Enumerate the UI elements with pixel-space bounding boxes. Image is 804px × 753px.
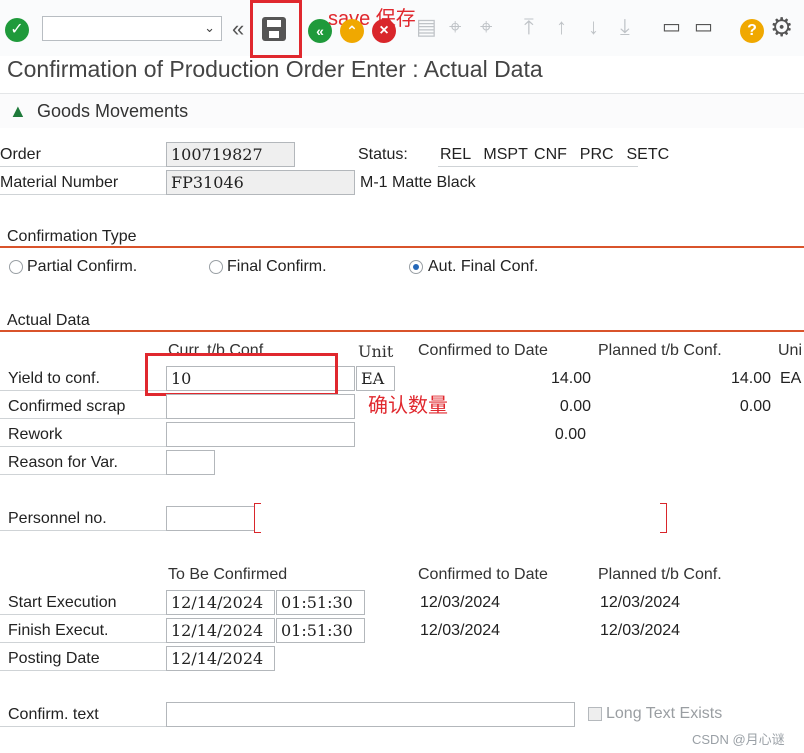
yield-highlight-box	[145, 353, 338, 396]
personnel-underline	[0, 530, 166, 531]
bracket-right	[660, 503, 667, 533]
scrap-underline	[0, 418, 166, 419]
finish-date-field[interactable]: 12/14/2024	[166, 618, 275, 643]
yield-unit-field[interactable]: EA	[356, 366, 395, 391]
reason-field[interactable]	[166, 450, 215, 475]
finish-execution-label: Finish Execut.	[8, 622, 109, 639]
rework-field[interactable]	[166, 422, 355, 447]
rework-label: Rework	[8, 426, 63, 443]
confirm-text-label: Confirm. text	[8, 706, 99, 723]
bracket-left	[254, 503, 261, 533]
status-underline	[438, 166, 638, 167]
goods-movements-button[interactable]: Goods Movements	[37, 101, 188, 122]
previous-page-icon[interactable]: ↑	[556, 14, 567, 40]
page-title: Confirmation of Production Order Enter :…	[7, 56, 543, 82]
column-header-unit: Unit	[358, 342, 394, 361]
start-confirmed-date: 12/03/2024	[420, 594, 501, 611]
goods-movements-icon[interactable]: ▲	[9, 101, 27, 122]
yield-planned-unit: EA	[780, 370, 802, 387]
confirm-text-field[interactable]	[166, 702, 575, 727]
actual-data-heading: Actual Data	[7, 312, 90, 329]
yield-confirmed-value: 14.00	[550, 370, 591, 387]
find-next-icon[interactable]: ⌖	[480, 14, 492, 40]
start-planned-date: 12/03/2024	[600, 594, 681, 611]
partial-confirm-radio[interactable]	[9, 260, 23, 274]
rework-underline	[0, 446, 166, 447]
back-icon[interactable]: «	[308, 19, 332, 43]
exit-icon[interactable]: ⌃	[340, 19, 364, 43]
finish-time-field[interactable]: 01:51:30	[276, 618, 365, 643]
finish-planned-date: 12/03/2024	[600, 622, 681, 639]
long-text-label: Long Text Exists	[606, 705, 723, 722]
reason-underline	[0, 474, 166, 475]
material-underline	[0, 194, 166, 195]
column-header-date-planned: Planned t/b Conf.	[598, 566, 722, 583]
section-divider	[0, 330, 804, 332]
personnel-label: Personnel no.	[8, 510, 107, 527]
status-values: REL MSPT CNF PRC SETC	[440, 146, 670, 163]
personnel-field[interactable]	[166, 506, 255, 531]
yield-planned-value: 14.00	[730, 370, 771, 387]
reason-label: Reason for Var.	[8, 454, 118, 471]
section-divider	[0, 246, 804, 248]
posting-date-label: Posting Date	[8, 650, 100, 667]
scrap-field[interactable]	[166, 394, 355, 419]
yield-label: Yield to conf.	[8, 370, 100, 387]
auto-final-confirm-radio[interactable]	[409, 260, 423, 274]
material-field[interactable]: FP31046	[166, 170, 355, 195]
first-page-icon[interactable]: ⤒	[524, 14, 534, 40]
material-description: M-1 Matte Black	[360, 174, 476, 191]
confirm-text-underline	[0, 726, 166, 727]
final-confirm-radio[interactable]	[209, 260, 223, 274]
status-label: Status:	[358, 146, 408, 163]
finish-confirmed-date: 12/03/2024	[420, 622, 501, 639]
final-confirm-label: Final Confirm.	[227, 258, 327, 275]
watermark: CSDN @月心谜	[692, 732, 785, 747]
order-underline	[0, 166, 166, 167]
collapse-chevron-icon[interactable]: «	[232, 16, 244, 42]
confirmation-type-heading: Confirmation Type	[7, 228, 137, 245]
start-execution-label: Start Execution	[8, 594, 117, 611]
find-icon[interactable]: ⌖	[449, 14, 461, 40]
next-page-icon[interactable]: ↓	[588, 14, 599, 40]
last-page-icon[interactable]: ⤓	[620, 14, 630, 40]
order-label: Order	[0, 146, 41, 163]
column-header-confirmed: Confirmed to Date	[418, 342, 548, 359]
order-field[interactable]: 100719827	[166, 142, 295, 167]
auto-final-confirm-label: Aut. Final Conf.	[428, 258, 539, 275]
posting-underline	[0, 670, 166, 671]
start-time-field[interactable]: 01:51:30	[276, 590, 365, 615]
save-highlight-box	[250, 0, 302, 58]
yield-underline	[0, 390, 166, 391]
create-session-icon[interactable]: ▭	[662, 14, 681, 39]
column-header-date-confirmed: Confirmed to Date	[418, 566, 548, 583]
column-header-tbc: To Be Confirmed	[168, 566, 288, 583]
scrap-confirmed-value: 0.00	[559, 398, 591, 415]
enter-check-icon[interactable]: ✓	[5, 18, 29, 42]
cancel-icon[interactable]: ×	[372, 19, 396, 43]
posting-date-field[interactable]: 12/14/2024	[166, 646, 275, 671]
start-date-field[interactable]: 12/14/2024	[166, 590, 275, 615]
scrap-planned-value: 0.00	[739, 398, 771, 415]
long-text-checkbox[interactable]	[588, 707, 602, 721]
quantity-annotation: 确认数量	[368, 395, 448, 417]
column-header-planned: Planned t/b Conf.	[598, 342, 722, 359]
scrap-label: Confirmed scrap	[8, 398, 126, 415]
chevron-down-icon[interactable]: ⌄	[204, 20, 215, 36]
partial-confirm-label: Partial Confirm.	[27, 258, 138, 275]
rework-confirmed-value: 0.00	[554, 426, 586, 443]
command-field[interactable]: ⌄	[42, 16, 222, 41]
material-label: Material Number	[0, 174, 119, 191]
start-underline	[0, 614, 166, 615]
help-icon[interactable]: ?	[740, 19, 764, 43]
finish-underline	[0, 642, 166, 643]
gear-icon[interactable]: ⚙	[770, 12, 793, 43]
column-header-unit-2: Uni	[778, 342, 803, 359]
print-icon[interactable]: ▤	[416, 14, 437, 40]
shortcut-icon[interactable]: ▭	[694, 14, 713, 39]
